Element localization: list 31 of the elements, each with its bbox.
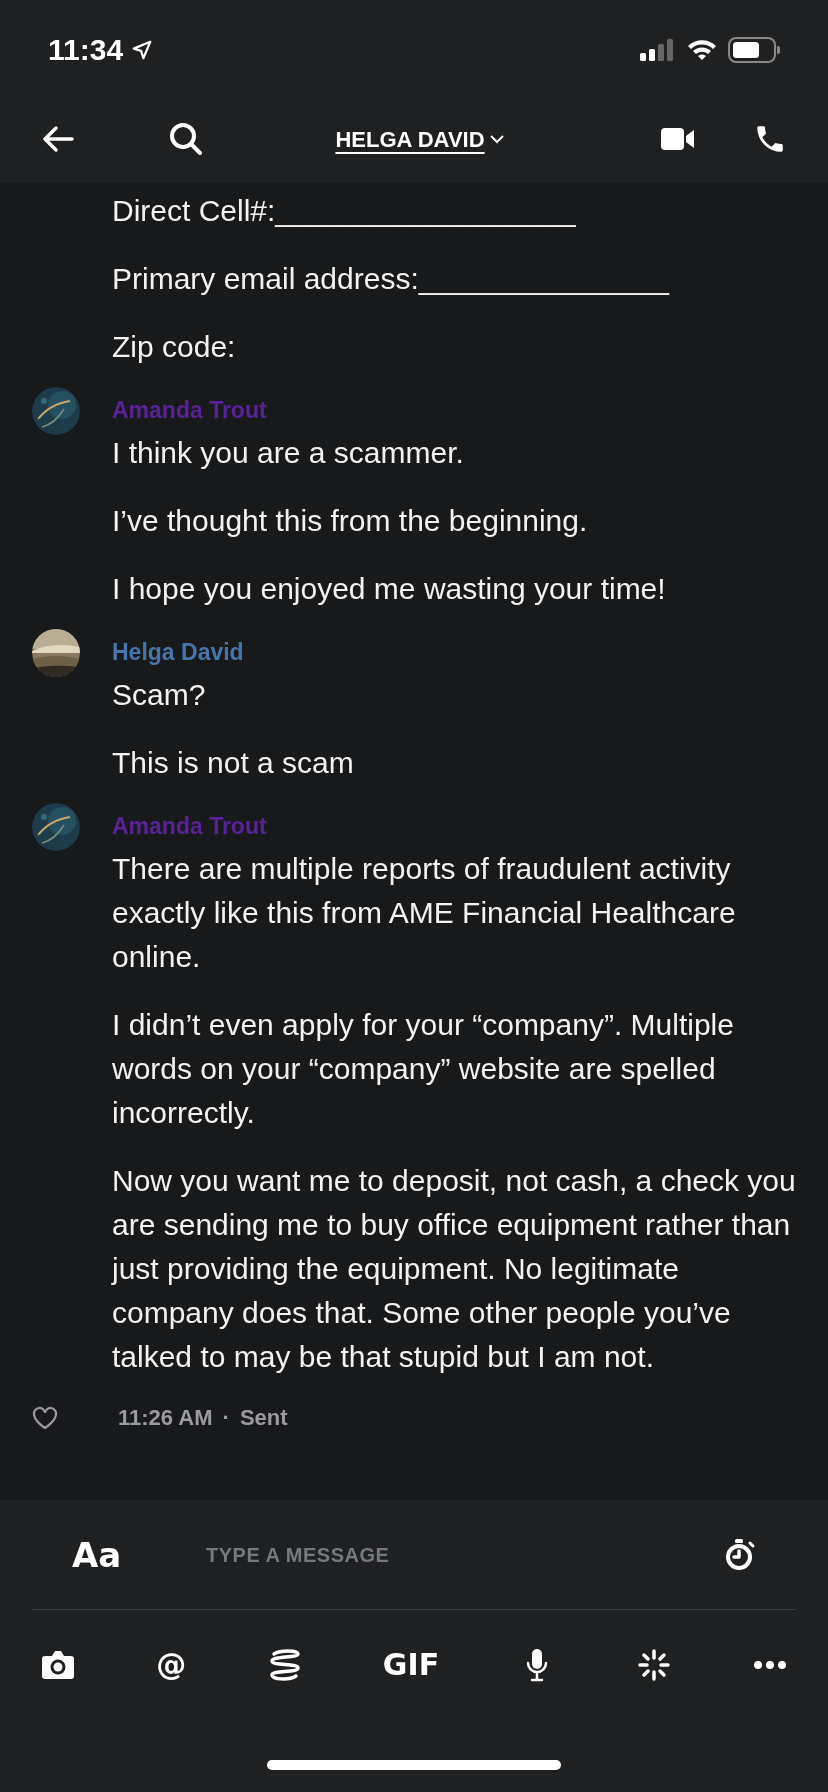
search-button[interactable]	[168, 121, 204, 157]
location-arrow-icon	[131, 38, 154, 61]
chevron-down-icon	[488, 134, 505, 144]
message-text: I think you are a scammer.	[112, 435, 465, 471]
toolbar-button[interactable]: GIF	[380, 1645, 442, 1685]
message-time: 11:26 AM	[118, 1404, 213, 1432]
toolbar-button[interactable]: @	[154, 1645, 189, 1685]
message-text: I hope you enjoyed me wasting your time!	[112, 571, 667, 607]
message-text: I’ve thought this from the beginning.	[112, 503, 589, 539]
message-text: This is not a scam	[112, 745, 355, 781]
battery-icon	[728, 36, 780, 63]
message-text: Zip code:	[112, 329, 237, 365]
message-text: Scam?	[112, 677, 207, 713]
sender-name: Helga David	[112, 638, 245, 667]
message-text: There are multiple reports of fraudulent activity exactly like this from AME Financial Healthcare online.	[112, 851, 737, 975]
delivery-status: Sent	[239, 1404, 288, 1432]
message-text: Primary email address:_______________	[112, 261, 671, 297]
signal-icon	[640, 37, 676, 62]
message-text: Direct Cell#:__________________	[112, 193, 577, 229]
separator-dot: ·	[222, 1404, 230, 1432]
sender-name: Amanda Trout	[112, 396, 268, 425]
message-text: I didn’t even apply for your “company”. Multiple words on your “company” website are spelled incorrectly.	[112, 1007, 735, 1131]
text-format-button[interactable]: Aa	[72, 1534, 162, 1575]
timer-icon[interactable]	[724, 1537, 756, 1572]
message-input[interactable]: TYPE A MESSAGE	[206, 1539, 724, 1570]
heart-icon[interactable]	[32, 1405, 58, 1430]
wifi-icon	[686, 37, 718, 62]
message-text: Now you want me to deposit, not cash, a check you are sending me to buy office equipment rather than just providing the equipment. No legitimate company does that. Some other people you’ve talked to may be that stupid but I am not.	[112, 1163, 796, 1375]
conversation-title[interactable]: HELGA DAVID	[204, 122, 636, 156]
sender-name: Amanda Trout	[112, 812, 268, 841]
status-time: 11:34	[48, 32, 124, 68]
